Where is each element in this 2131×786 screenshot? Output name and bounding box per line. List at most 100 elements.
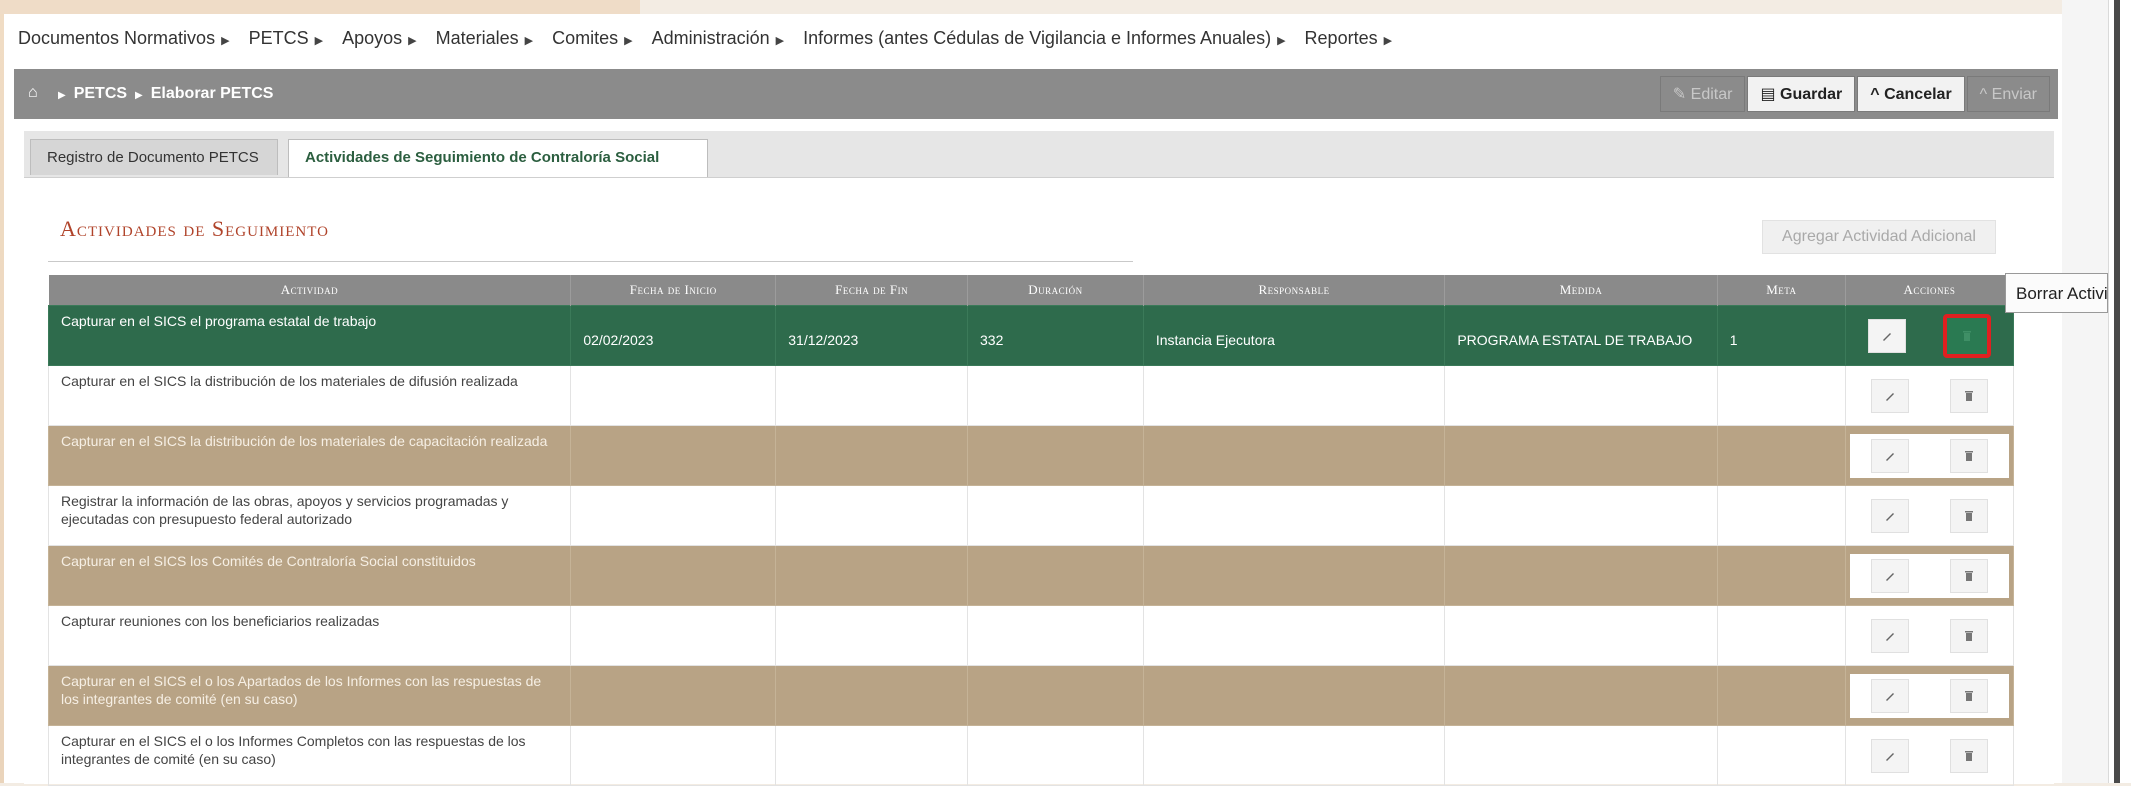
edit-activity-button[interactable]: [1870, 738, 1909, 773]
caret-right-icon: ▶: [775, 35, 785, 47]
actions-group: [1850, 433, 2009, 478]
tab-actividades-seguimiento[interactable]: Actividades de Seguimiento de Contralorí…: [288, 139, 708, 177]
tab-registro-documento[interactable]: Registro de Documento PETCS: [30, 139, 278, 175]
table-row-selected[interactable]: Capturar en el SICS el programa estatal …: [47, 305, 2014, 366]
cell-duracion: [967, 425, 1144, 486]
tab-bar: Registro de Documento PETCS Actividades …: [24, 131, 2054, 177]
caret-right-icon: ▶: [135, 90, 143, 101]
scrollbar-thumb[interactable]: [2114, 0, 2120, 783]
trash-icon: [1965, 450, 1974, 461]
cell-duracion: [967, 365, 1144, 426]
edit-button[interactable]: ✎ Editar: [1659, 76, 1746, 112]
delete-activity-button[interactable]: [1950, 678, 1989, 713]
menu-item-apoyos[interactable]: Apoyos ▶: [342, 28, 427, 49]
cell-actividad: Capturar en el SICS la distribución de l…: [47, 425, 572, 486]
trash-icon: [1965, 630, 1974, 641]
menu-item-comites[interactable]: Comites ▶: [552, 28, 642, 49]
edit-activity-button[interactable]: [1870, 378, 1909, 413]
column-header-medida[interactable]: Medida: [1444, 275, 1718, 306]
chevron-up-icon: ^: [1870, 86, 1880, 103]
caret-right-icon: ▶: [221, 35, 230, 47]
table-row[interactable]: Capturar en el SICS el o los Apartados d…: [47, 665, 2014, 726]
menu-label: Materiales: [435, 28, 519, 48]
delete-activity-button[interactable]: [1950, 618, 1989, 653]
cell-fecha-fin: [775, 605, 968, 666]
cell-medida: [1444, 425, 1718, 486]
menu-label: Informes (antes Cédulas de Vigilancia e …: [803, 28, 1272, 48]
delete-activity-button[interactable]: [1950, 438, 1989, 473]
cell-medida: [1444, 365, 1718, 426]
edit-label: Editar: [1690, 86, 1733, 103]
menu-item-informes[interactable]: Informes (antes Cédulas de Vigilancia e …: [803, 28, 1295, 49]
add-activity-button[interactable]: Agregar Actividad Adicional: [1762, 220, 1996, 254]
edit-activity-button[interactable]: [1868, 318, 1907, 353]
column-header-meta[interactable]: Meta: [1717, 275, 1847, 306]
cell-meta: [1716, 545, 1847, 606]
cell-responsable: [1142, 365, 1446, 426]
column-header-actividad[interactable]: Actividad: [48, 275, 572, 306]
cell-responsable: Instancia Ejecutora: [1142, 305, 1446, 366]
edit-activity-button[interactable]: [1870, 498, 1909, 533]
send-button[interactable]: ^ Enviar: [1966, 76, 2050, 112]
cell-acciones: [1845, 425, 2014, 486]
table-row[interactable]: Capturar en el SICS los Comités de Contr…: [47, 545, 2014, 606]
actions-group: [1850, 313, 2009, 358]
column-header-duracion[interactable]: Duración: [967, 275, 1144, 306]
trash-icon: [1962, 330, 1971, 341]
table-row[interactable]: Capturar en el SICS la distribución de l…: [47, 425, 2014, 486]
table-row[interactable]: Capturar reuniones con los beneficiarios…: [47, 605, 2014, 666]
cell-duracion: 332: [967, 305, 1144, 366]
edit-activity-button[interactable]: [1870, 618, 1909, 653]
save-button[interactable]: ▤ Guardar: [1747, 76, 1856, 112]
toolbar: ✎ Editar ▤ Guardar ^ Cancelar ^ Enviar: [1658, 76, 2050, 112]
menu-item-petcs[interactable]: PETCS ▶: [249, 28, 333, 49]
menu-item-reportes[interactable]: Reportes ▶: [1305, 28, 1403, 49]
cell-actividad: Capturar en el SICS el programa estatal …: [47, 305, 572, 366]
table-row[interactable]: Capturar en el SICS el o los Informes Co…: [47, 725, 2014, 786]
cell-meta: [1716, 665, 1847, 726]
delete-activity-button[interactable]: [1942, 313, 1991, 358]
column-header-fecha-fin[interactable]: Fecha de Fin: [775, 275, 968, 306]
cell-fecha-inicio: [570, 605, 777, 666]
menu-label: PETCS: [248, 28, 309, 48]
cancel-button[interactable]: ^ Cancelar: [1857, 76, 1965, 112]
cell-fecha-inicio: [570, 665, 777, 726]
trash-icon: [1965, 510, 1974, 521]
menu-item-materiales[interactable]: Materiales ▶: [436, 28, 544, 49]
menu-label: Apoyos: [342, 28, 403, 48]
table-row[interactable]: Capturar en el SICS la distribución de l…: [47, 365, 2014, 426]
save-label: Guardar: [1780, 86, 1843, 103]
trash-icon: [1965, 690, 1974, 701]
trash-icon: [1965, 570, 1974, 581]
menu-item-documentos[interactable]: Documentos Normativos ▶: [18, 28, 240, 49]
actions-group: [1850, 373, 2009, 418]
cell-responsable: [1142, 605, 1446, 666]
floppy-icon: ▤: [1760, 86, 1776, 103]
menu-item-administracion[interactable]: Administración ▶: [652, 28, 795, 49]
cell-acciones: [1845, 305, 2014, 366]
edit-activity-button[interactable]: [1870, 438, 1909, 473]
delete-activity-button[interactable]: [1950, 378, 1989, 413]
cell-responsable: [1142, 725, 1446, 786]
trash-icon: [1965, 390, 1974, 401]
table-row[interactable]: Registrar la información de las obras, a…: [47, 485, 2014, 546]
breadcrumb-item-petcs[interactable]: PETCS: [74, 85, 127, 102]
edit-activity-button[interactable]: [1870, 678, 1909, 713]
delete-activity-button[interactable]: [1950, 558, 1989, 593]
cell-actividad: Capturar reuniones con los beneficiarios…: [47, 605, 572, 666]
cell-fecha-inicio: [570, 425, 777, 486]
window-scrollbar[interactable]: [2108, 0, 2131, 783]
column-header-fecha-inicio[interactable]: Fecha de Inicio: [570, 275, 777, 306]
menu-label: Administración: [651, 28, 770, 48]
edit-activity-button[interactable]: [1870, 558, 1909, 593]
delete-activity-button[interactable]: [1950, 738, 1989, 773]
cell-responsable: [1142, 665, 1446, 726]
cell-responsable: [1142, 545, 1446, 606]
column-header-responsable[interactable]: Responsable: [1143, 275, 1446, 306]
cell-actividad: Registrar la información de las obras, a…: [47, 485, 572, 546]
home-icon[interactable]: ⌂: [28, 84, 38, 102]
delete-activity-button[interactable]: [1950, 498, 1989, 533]
cell-acciones: [1845, 485, 2014, 546]
cell-acciones: [1845, 545, 2014, 606]
caret-right-icon: ▶: [408, 35, 417, 47]
